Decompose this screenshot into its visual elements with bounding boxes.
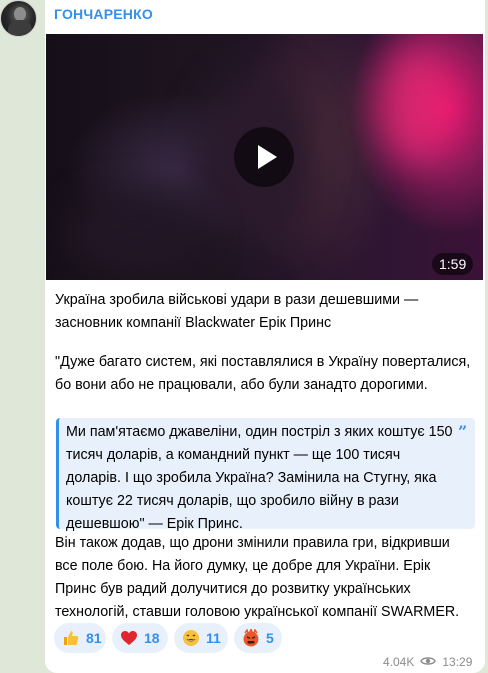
play-icon xyxy=(258,145,277,169)
message-meta: 4.04K 13:29 xyxy=(383,653,472,671)
heart-icon xyxy=(120,629,138,647)
reaction-heart[interactable]: 18 xyxy=(112,623,168,653)
eye-icon xyxy=(420,655,437,670)
reaction-thumbs-up[interactable]: 81 xyxy=(54,623,106,653)
quote-text: Ми пам'ятаємо джавеліни, один постріл з … xyxy=(66,424,453,532)
avatar-torso xyxy=(8,20,32,36)
view-count: 4.04K xyxy=(383,655,415,669)
play-button[interactable] xyxy=(234,127,294,187)
video-blur-shape xyxy=(376,44,456,164)
reaction-count: 5 xyxy=(266,630,274,646)
channel-name[interactable]: ГОНЧАРЕНКО xyxy=(54,6,153,22)
reaction-count: 81 xyxy=(86,630,102,646)
grinning-face-icon xyxy=(182,629,200,647)
reaction-angry-face[interactable]: 5 xyxy=(234,623,282,653)
reaction-count: 11 xyxy=(206,630,221,646)
quote-icon: ” xyxy=(458,422,468,441)
angry-face-icon xyxy=(242,626,260,647)
avatar-face xyxy=(14,7,26,21)
post-paragraph-1: Україна зробила військові удари в рази д… xyxy=(55,292,419,331)
thumbs-up-icon xyxy=(62,629,80,647)
video-duration: 1:59 xyxy=(432,253,474,275)
message-time: 13:29 xyxy=(442,655,473,669)
reaction-grinning-face[interactable]: 11 xyxy=(174,623,228,653)
reaction-count: 18 xyxy=(144,630,160,646)
channel-avatar[interactable] xyxy=(0,0,37,37)
video-blur-shape xyxy=(66,194,206,274)
post-paragraph-3: Він також додав, що дрони змінили правил… xyxy=(55,535,460,620)
post-paragraph-2: "Дуже багато систем, які поставлялися в … xyxy=(55,354,471,393)
